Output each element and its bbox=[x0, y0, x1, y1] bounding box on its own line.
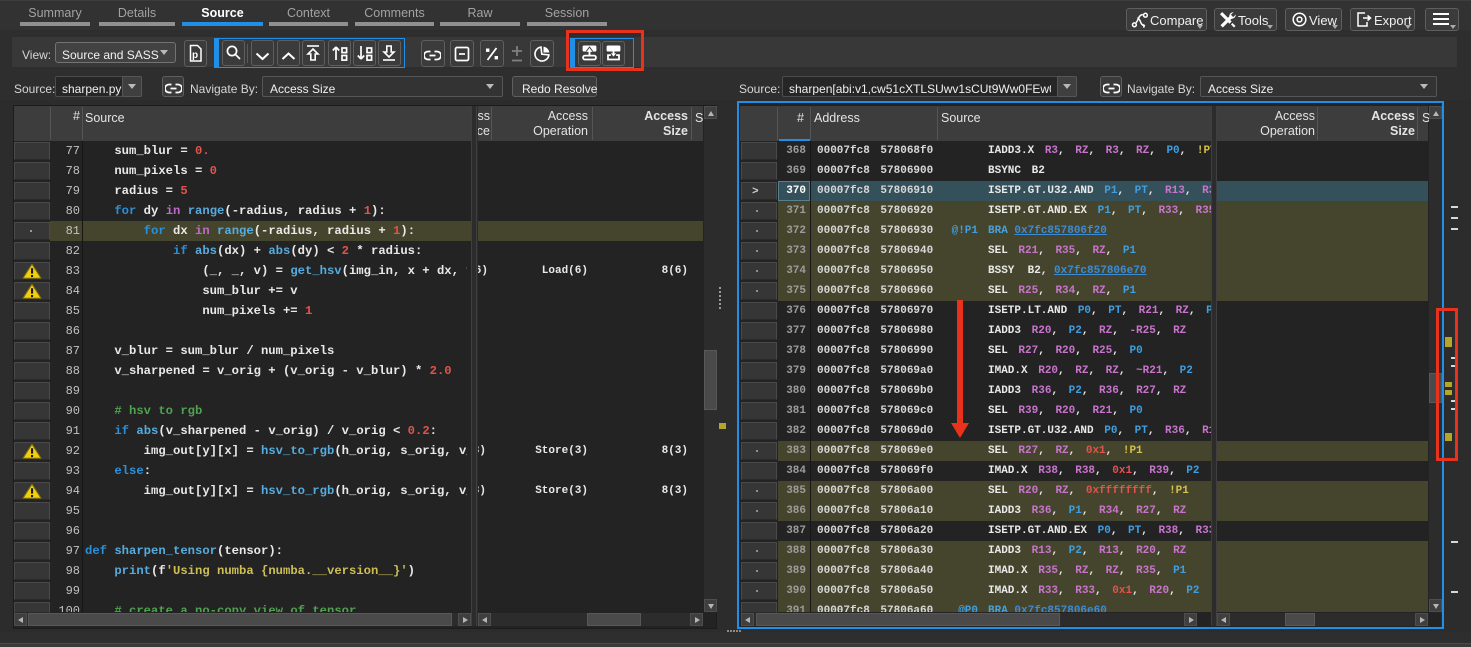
svg-text:p: p bbox=[192, 50, 198, 61]
